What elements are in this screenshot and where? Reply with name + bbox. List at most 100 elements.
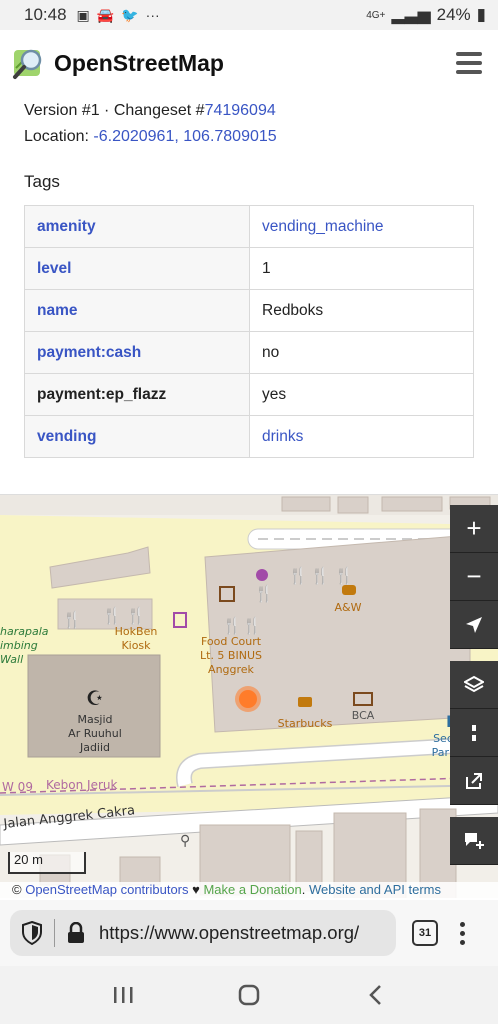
add-note-icon	[465, 832, 484, 849]
status-bar: 10:48 ▣ 🚘 🐦 ··· 4G+ ▂▃▅ 24% ▮	[0, 0, 498, 30]
tag-value-cell: no	[249, 331, 474, 374]
tag-key[interactable]: level	[37, 260, 71, 277]
map-label-food-court: Food Court	[201, 635, 262, 648]
changeset-link[interactable]: 74196094	[205, 102, 276, 119]
recents-icon	[114, 987, 133, 1003]
zoom-out-button[interactable]: −	[450, 553, 498, 601]
openstreetmap-logo-icon[interactable]	[12, 46, 46, 80]
lock-icon	[68, 922, 84, 943]
map-label-hokben: HokBen	[115, 625, 158, 638]
zoom-in-button[interactable]: +	[450, 505, 498, 553]
tag-value[interactable]: drinks	[262, 428, 303, 445]
menu-icon[interactable]	[456, 52, 482, 74]
tag-key[interactable]: name	[37, 302, 78, 319]
tower-icon: ⚲	[180, 833, 190, 849]
tag-row: level 1	[24, 247, 474, 290]
recents-button[interactable]	[93, 975, 153, 1015]
map-scale: 20 m	[8, 852, 86, 874]
tag-key[interactable]: amenity	[37, 218, 96, 235]
map-label-food-court-3: Anggrek	[208, 663, 255, 676]
map-label-bca: BCA	[352, 709, 375, 722]
restaurant-icon: 🍴	[254, 584, 274, 603]
share-button[interactable]	[450, 757, 498, 805]
signal-icon: ▂▃▅	[391, 5, 431, 24]
tag-value: 1	[262, 259, 271, 277]
browser-toolbar: https://www.openstreetmap.org/ 31	[0, 900, 498, 966]
tag-row: amenity vending_machine	[24, 205, 474, 248]
image-icon: ▣	[76, 6, 90, 23]
map-view[interactable]: 🍴 🍴 🍴 🍴 🍴 🍴 🍴 🍴 🍴 ☪ ⚲ P HokBen Kiosk Foo…	[0, 494, 498, 898]
map-label-food-court-2: Lt. 5 BINUS	[200, 649, 262, 662]
twitter-icon: 🐦	[121, 6, 139, 23]
home-button[interactable]	[219, 975, 279, 1015]
restaurant-icon: 🍴	[102, 606, 122, 625]
tag-key[interactable]: payment:cash	[37, 344, 141, 361]
map-label-masjid-2: Ar Ruuhul	[68, 727, 122, 740]
back-button[interactable]	[345, 975, 405, 1015]
map-label-harapala-2: imbing	[0, 639, 38, 652]
tag-key-cell: name	[24, 289, 250, 332]
add-note-button[interactable]	[450, 817, 498, 865]
tag-value: no	[262, 343, 280, 361]
shield-icon[interactable]	[22, 921, 42, 945]
restaurant-icon: 🍴	[242, 616, 262, 635]
tag-row: name Redboks	[24, 289, 474, 332]
node-meta: Version #1 · Changeset #74196094 Locatio…	[24, 98, 277, 150]
browser-menu-icon[interactable]	[460, 921, 465, 945]
tag-value: yes	[262, 385, 287, 403]
map-label-kiosk: Kiosk	[121, 639, 151, 652]
map-attribution: © OpenStreetMap contributors ♥ Make a Do…	[0, 882, 498, 900]
map-controls: + −	[450, 505, 498, 865]
tag-value: Redboks	[262, 301, 324, 319]
url-text[interactable]: https://www.openstreetmap.org/	[99, 922, 359, 944]
home-icon	[238, 984, 260, 1006]
key-icon	[472, 724, 476, 741]
brand-title[interactable]: OpenStreetMap	[54, 50, 224, 77]
status-time: 10:48	[24, 5, 67, 24]
network-label: 4G+	[366, 9, 386, 21]
system-nav-bar	[0, 966, 498, 1024]
locate-button[interactable]	[450, 601, 498, 649]
tag-key-cell: amenity	[24, 205, 250, 248]
version-line: Version #1 · Changeset #74196094	[24, 102, 276, 119]
site-header: OpenStreetMap	[0, 30, 498, 96]
back-icon	[369, 985, 381, 1005]
tag-key-cell: payment:cash	[24, 331, 250, 374]
tag-key[interactable]: vending	[37, 428, 96, 445]
terms-link[interactable]: Website and API terms	[309, 882, 441, 897]
tags-table: amenity vending_machinelevel 1 name Redboks p…	[24, 205, 474, 458]
tag-row: vending drinks	[24, 415, 474, 458]
tag-key-cell: payment:ep_flazz	[24, 373, 250, 416]
map-canvas[interactable]: 🍴 🍴 🍴 🍴 🍴 🍴 🍴 🍴 🍴 ☪ ⚲ P HokBen Kiosk Foo…	[0, 495, 498, 898]
donate-link[interactable]: Make a Donation	[203, 882, 301, 897]
tag-key-cell: level	[24, 247, 250, 290]
map-label-rw: W 09	[2, 780, 33, 794]
tag-key: payment:ep_flazz	[37, 385, 167, 403]
car-icon: 🚘	[96, 6, 115, 23]
tag-row: payment:ep_flazz yes	[24, 373, 474, 416]
cafe-icon	[298, 697, 312, 707]
map-label-aw: A&W	[335, 601, 362, 614]
restaurant-icon: 🍴	[334, 566, 354, 585]
tag-value-cell: yes	[249, 373, 474, 416]
layers-button[interactable]	[450, 661, 498, 709]
map-label-harapala-3: Wall	[0, 653, 23, 666]
battery-icon: ▮	[476, 5, 486, 24]
tag-value[interactable]: vending_machine	[262, 218, 384, 235]
map-label-masjid: Masjid	[77, 713, 112, 726]
location-link[interactable]: -6.2020961, 106.7809015	[93, 128, 276, 145]
tag-row: payment:cash no	[24, 331, 474, 374]
tag-value-cell: drinks	[249, 415, 474, 458]
tag-value-cell: Redboks	[249, 289, 474, 332]
url-field[interactable]: https://www.openstreetmap.org/	[10, 910, 396, 956]
tag-value-cell: vending_machine	[249, 205, 474, 248]
share-icon	[466, 772, 482, 789]
restaurant-icon: 🍴	[62, 610, 82, 629]
tabs-button[interactable]: 31	[412, 920, 438, 946]
key-button[interactable]	[450, 709, 498, 757]
contributors-link[interactable]: OpenStreetMap contributors	[25, 882, 188, 897]
tag-value-cell: 1	[249, 247, 474, 290]
tag-key-cell: vending	[24, 415, 250, 458]
icecream-icon	[256, 569, 268, 581]
restaurant-icon: 🍴	[288, 566, 308, 585]
